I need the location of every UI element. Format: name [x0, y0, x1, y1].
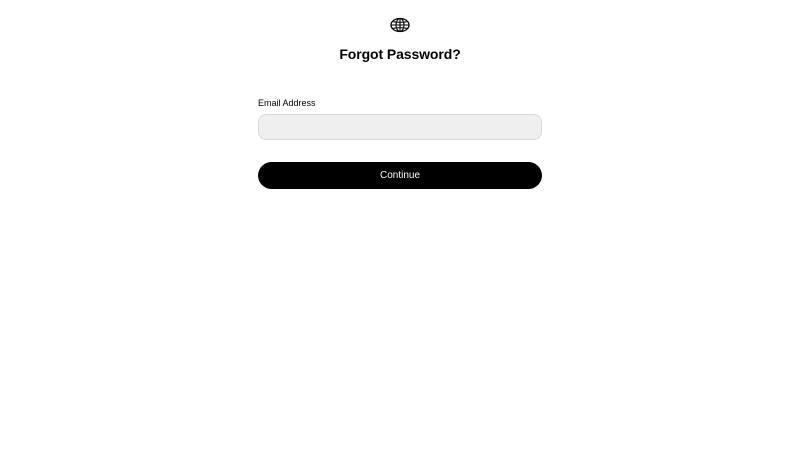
forgot-password-page: Forgot Password? Email Address Continue: [0, 0, 800, 470]
globe-icon: [390, 17, 410, 33]
email-label: Email Address: [258, 98, 316, 108]
continue-button[interactable]: Continue: [258, 162, 542, 189]
email-field[interactable]: [258, 114, 542, 140]
page-title: Forgot Password?: [339, 46, 461, 62]
forgot-password-form: Email Address Continue: [258, 96, 542, 189]
